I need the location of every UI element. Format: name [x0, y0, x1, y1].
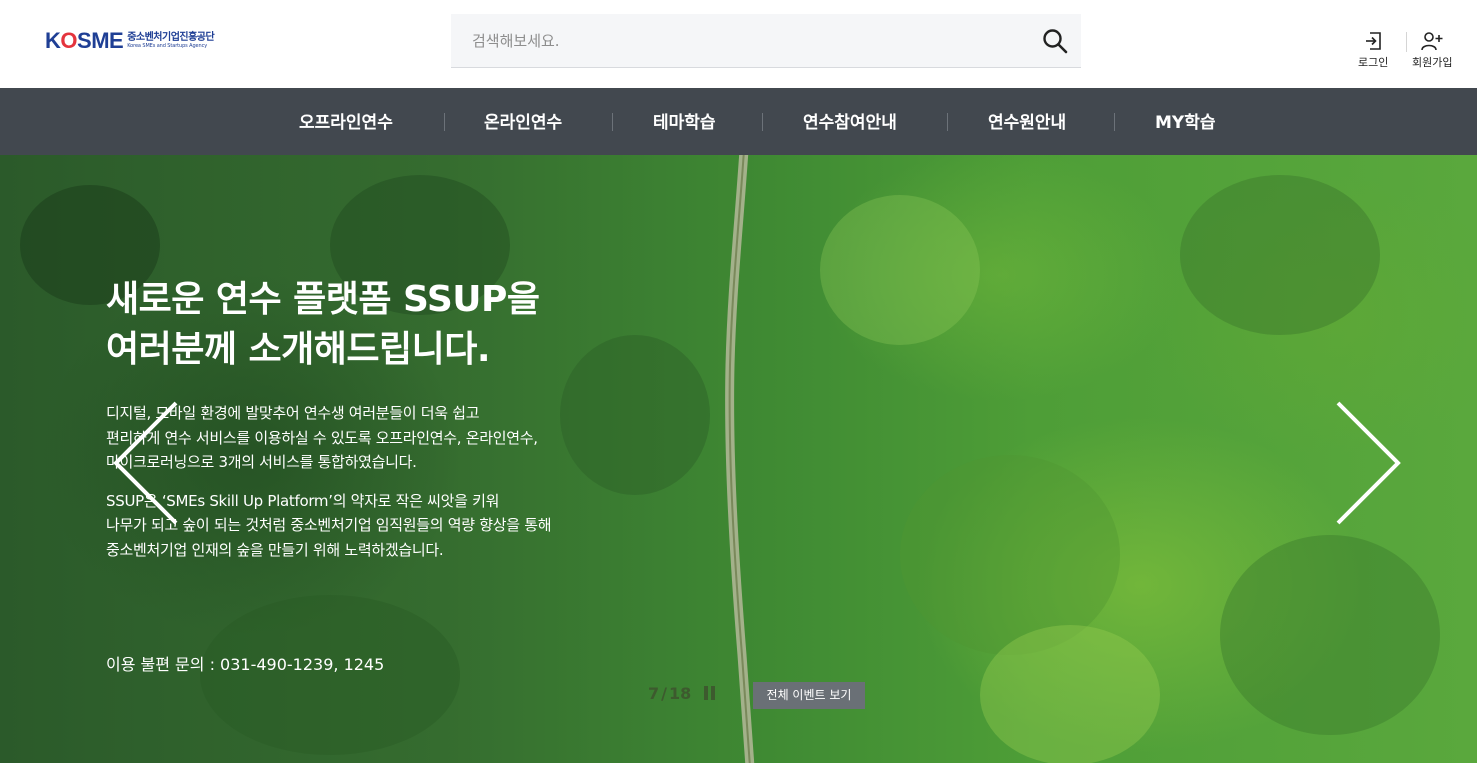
forest-road: [725, 155, 755, 763]
nav-item-institute-guide[interactable]: 연수원안내: [988, 88, 1066, 155]
pause-icon: [704, 686, 708, 700]
util-divider: [1406, 32, 1407, 52]
nav-separator: [947, 113, 948, 131]
hero-banner: 새로운 연수 플랫폼 SSUP을 여러분께 소개해드립니다. 디지털, 모바일 …: [0, 155, 1477, 763]
pager-total: 18: [668, 684, 692, 703]
slide-pause-button[interactable]: [704, 686, 718, 700]
nav-separator: [1114, 113, 1115, 131]
nav-item-participation-guide[interactable]: 연수참여안내: [803, 88, 897, 155]
all-events-button[interactable]: 전체 이벤트 보기: [753, 682, 865, 709]
slide-pager: 7/18: [648, 684, 691, 703]
search-button[interactable]: [1041, 27, 1069, 55]
join-button[interactable]: 회원가입: [1412, 30, 1452, 70]
chevron-right-icon: [1336, 401, 1401, 525]
tree-canopy: [200, 595, 460, 755]
main-navigation: 오프라인연수 온라인연수 테마학습 연수참여안내 연수원안내 MY학습: [0, 88, 1477, 155]
search-icon: [1043, 29, 1068, 54]
tree-canopy: [980, 625, 1160, 763]
site-header: KOSME 중소벤처기업진흥공단 Korea SMEs and Startups…: [0, 0, 1477, 88]
join-label: 회원가입: [1412, 56, 1453, 69]
logo-org-name-en: Korea SMEs and Startups Agency: [127, 43, 208, 49]
slide-prev-button[interactable]: [112, 401, 182, 525]
chevron-left-icon: [113, 401, 178, 525]
contact-info: 이용 불편 문의 : 031-490-1239, 1245: [106, 655, 385, 674]
nav-item-online-training[interactable]: 온라인연수: [484, 88, 562, 155]
slide-next-button[interactable]: [1332, 401, 1402, 525]
nav-item-theme-learning[interactable]: 테마학습: [653, 88, 716, 155]
hero-title: 새로운 연수 플랫폼 SSUP을 여러분께 소개해드립니다.: [106, 275, 551, 375]
logo-org-name: 중소벤처기업진흥공단 Korea SMEs and Startups Agenc…: [127, 32, 215, 50]
pager-current: 7: [648, 684, 660, 703]
nav-separator: [444, 113, 445, 131]
nav-separator: [612, 113, 613, 131]
tree-canopy: [560, 335, 710, 495]
hero-title-line: 여러분께 소개해드립니다.: [106, 329, 491, 370]
logo-org-name-ko: 중소벤처기업진흥공단: [127, 32, 215, 43]
hero-title-line: 새로운 연수 플랫폼 SSUP을: [106, 279, 540, 320]
nav-item-my-learning[interactable]: MY학습: [1155, 88, 1216, 155]
pager-separator: /: [661, 684, 667, 703]
tree-canopy: [820, 195, 980, 345]
tree-canopy: [900, 455, 1120, 655]
login-button[interactable]: 로그인: [1358, 30, 1388, 70]
add-user-icon: [1421, 32, 1443, 51]
login-icon: [1366, 32, 1381, 50]
kosme-logo[interactable]: KOSME 중소벤처기업진흥공단 Korea SMEs and Startups…: [45, 28, 215, 54]
tree-canopy: [1180, 175, 1380, 335]
logo-wordmark: KOSME: [45, 28, 124, 53]
nav-item-offline-training[interactable]: 오프라인연수: [299, 88, 393, 155]
hero-paragraph-line: 중소벤처기업 인재의 숲을 만들기 위해 노력하겠습니다.: [106, 540, 444, 559]
nav-separator: [762, 113, 763, 131]
search-bar: [451, 14, 1081, 68]
search-input[interactable]: [451, 14, 1031, 68]
login-label: 로그인: [1358, 56, 1389, 69]
pause-icon: [711, 686, 715, 700]
tree-canopy: [1220, 535, 1440, 735]
